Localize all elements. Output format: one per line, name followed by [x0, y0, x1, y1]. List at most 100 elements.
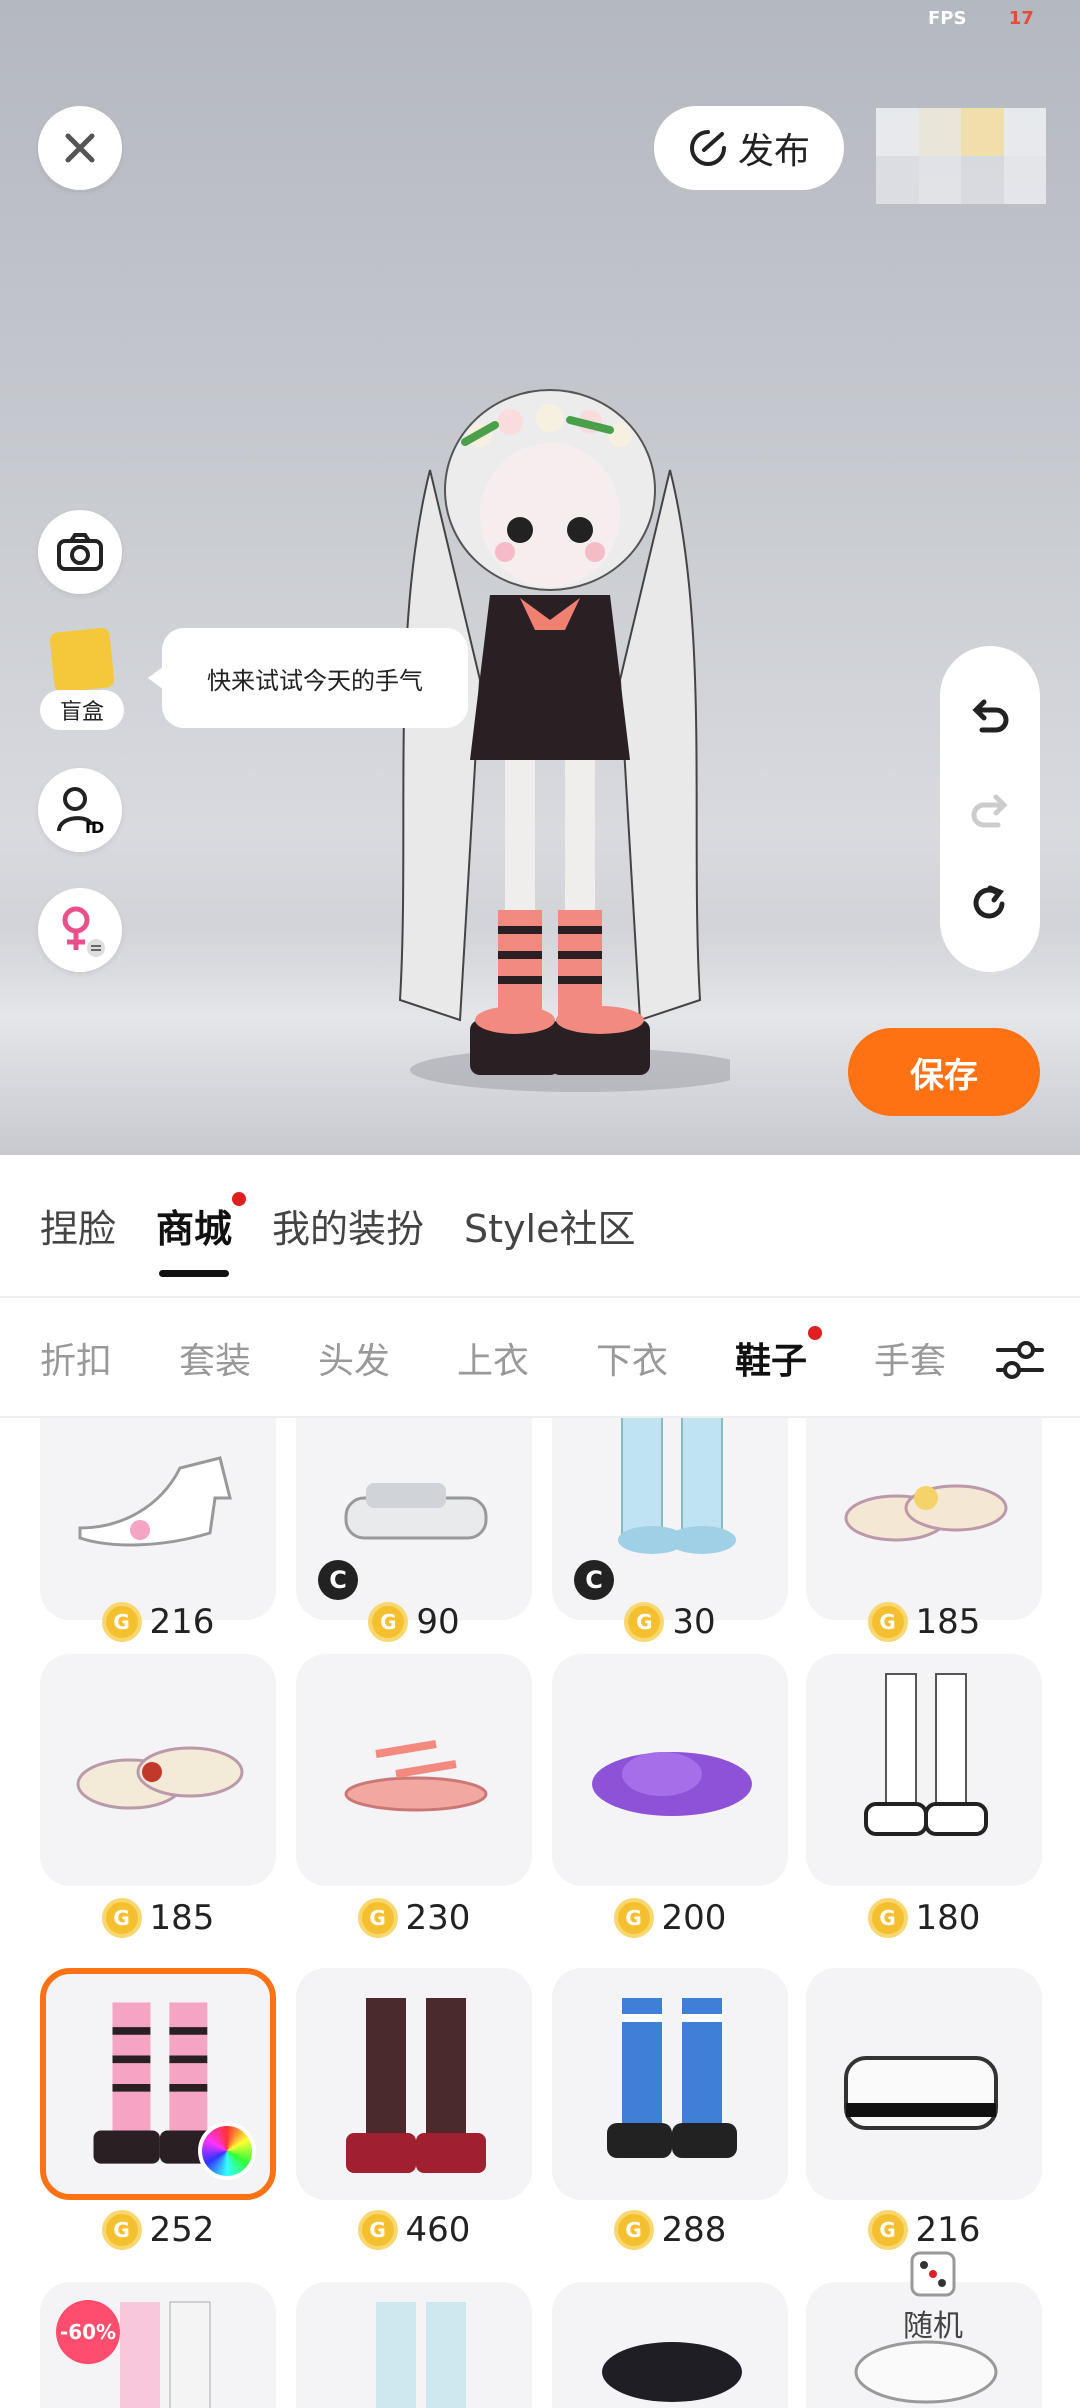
price-value: 200 [661, 1898, 727, 1938]
price-value: 460 [405, 2210, 471, 2250]
price-value: 185 [915, 1602, 981, 1642]
coin-icon: G [101, 1898, 142, 1938]
fps-value: 17 [1008, 8, 1034, 29]
tab-mall-label: 商城 [156, 1207, 233, 1251]
save-button[interactable]: 保存 [848, 1028, 1040, 1116]
product-card[interactable] [296, 2282, 532, 2408]
svg-text:ID: ID [85, 818, 104, 835]
high-sock-sneaker-icon [864, 1673, 988, 1836]
blue-leg-warmer-icon [607, 1998, 737, 2158]
redo-icon[interactable] [968, 787, 1012, 831]
coin-icon: G [357, 1898, 398, 1938]
category-hair[interactable]: 头发 [318, 1332, 457, 1384]
tip-bubble: 快来试试今天的手气 [148, 628, 468, 728]
coin-icon: G [101, 2210, 142, 2250]
reset-icon[interactable] [968, 882, 1012, 926]
product-card[interactable] [296, 1654, 532, 1886]
avatar-character [398, 389, 730, 1092]
publish-label: 发布 [737, 131, 810, 172]
slide-sandal-icon [592, 1752, 752, 1816]
user-id-button[interactable]: ID [38, 768, 122, 852]
coin-icon: G [368, 1602, 409, 1642]
blindbox-label: 盲盒 [40, 690, 124, 730]
coin-icon: G [101, 1602, 142, 1642]
product-card[interactable] [806, 1418, 1042, 1620]
tab-style-community[interactable]: Style社区 [464, 1154, 635, 1297]
camera-button[interactable] [38, 510, 122, 594]
high-heel-shoe-icon [78, 1456, 232, 1547]
product-card[interactable] [296, 1968, 532, 2200]
discount-badge: -60% [56, 2300, 120, 2364]
publish-button[interactable]: 发布 [654, 106, 844, 190]
category-sets[interactable]: 套装 [179, 1332, 318, 1384]
item-price: G 185 [40, 1894, 276, 1942]
filter-icon [996, 1341, 1044, 1379]
gender-switch-button[interactable] [38, 888, 122, 972]
item-price: G 90 [296, 1598, 532, 1646]
blindbox-icon [49, 627, 115, 693]
product-card[interactable]: -60% [40, 2282, 276, 2408]
close-icon [65, 133, 95, 163]
profile-mosaic [876, 108, 1046, 204]
item-price: G 180 [806, 1894, 1042, 1942]
undo-icon[interactable] [968, 692, 1012, 736]
creator-badge-icon: C [318, 1560, 358, 1600]
tab-face-label: 捏脸 [40, 1207, 117, 1251]
category-tabbar: 折扣 套装 头发 上衣 下衣 鞋子 手套 [0, 1300, 1080, 1418]
coin-icon: G [613, 1898, 654, 1938]
fps-counter: FPS 17 [928, 8, 1034, 29]
fps-label: FPS [928, 8, 967, 29]
tab-mall[interactable]: 商城 [156, 1154, 247, 1297]
category-tops[interactable]: 上衣 [457, 1332, 596, 1384]
product-card[interactable]: C [552, 1418, 788, 1620]
price-value: 230 [405, 1898, 471, 1938]
item-price: G 216 [40, 1598, 276, 1646]
avatar-stage[interactable]: FPS 17 发布 盲盒 快来试试今天的手气 ID 保存 [0, 0, 1080, 1155]
coin-icon: G [613, 2210, 654, 2250]
product-card[interactable] [806, 1968, 1042, 2200]
close-button[interactable] [38, 106, 122, 190]
dice-icon [910, 2251, 956, 2297]
category-shoes[interactable]: 鞋子 [735, 1326, 874, 1384]
loafer-icon [602, 2342, 742, 2402]
product-card[interactable] [40, 1418, 276, 1620]
creator-badge-icon: C [574, 1560, 614, 1600]
product-card[interactable] [552, 2282, 788, 2408]
item-price: G 460 [296, 2206, 532, 2254]
coin-icon: G [357, 2210, 398, 2250]
price-value: 90 [416, 1602, 460, 1642]
blindbox-button[interactable]: 盲盒 [40, 627, 124, 730]
notification-dot [808, 1326, 822, 1340]
category-bottoms[interactable]: 下衣 [596, 1332, 735, 1384]
coin-icon: G [867, 1898, 908, 1938]
color-wheel-icon[interactable] [198, 2122, 256, 2180]
product-card-selected[interactable] [40, 1968, 276, 2200]
price-value: 30 [672, 1602, 716, 1642]
product-card[interactable] [552, 1654, 788, 1886]
sandal-icon [844, 1484, 1008, 1542]
product-card[interactable] [40, 1654, 276, 1886]
price-value: 185 [149, 1898, 215, 1938]
sock-shoe-icon [376, 2302, 466, 2408]
publish-icon [690, 130, 726, 166]
tab-style-community-label: Style社区 [464, 1207, 636, 1251]
user-id-icon: ID [57, 787, 104, 835]
price-value: 216 [149, 1602, 215, 1642]
notification-dot [232, 1192, 247, 1206]
random-button[interactable]: 随机 [878, 2226, 988, 2366]
random-label: 随机 [903, 2309, 963, 2344]
white-shoe-icon [844, 2056, 998, 2130]
item-price: G 288 [552, 2206, 788, 2254]
product-card[interactable]: C [296, 1418, 532, 1620]
tab-face[interactable]: 捏脸 [40, 1154, 116, 1297]
product-card[interactable] [806, 1654, 1042, 1886]
sandal-icon [76, 1746, 244, 1810]
product-card[interactable] [552, 1968, 788, 2200]
flip-flop-icon [344, 1740, 488, 1812]
camera-icon [57, 533, 103, 571]
filter-button[interactable] [980, 1320, 1060, 1400]
coin-icon: G [867, 1602, 908, 1642]
item-price: G 185 [806, 1598, 1042, 1646]
category-discount[interactable]: 折扣 [40, 1332, 179, 1384]
tab-my-outfits[interactable]: 我的装扮 [272, 1154, 424, 1297]
